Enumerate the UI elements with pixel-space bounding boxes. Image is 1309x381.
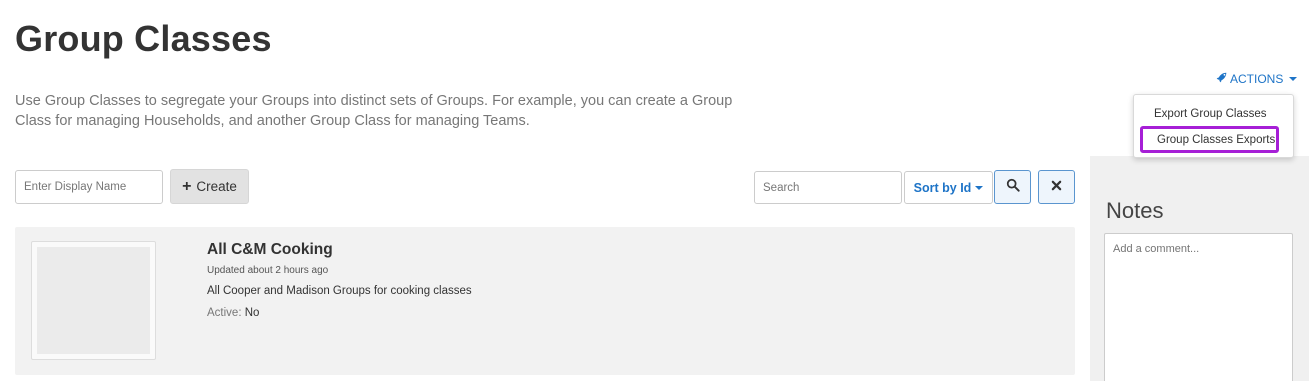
group-classes-exports-item[interactable]: Group Classes Exports bbox=[1140, 126, 1279, 153]
sort-label: Sort by Id bbox=[913, 180, 972, 195]
actions-dropdown: Export Group Classes Group Classes Expor… bbox=[1133, 94, 1294, 158]
create-button[interactable]: + Create bbox=[170, 169, 249, 204]
page-title: Group Classes bbox=[15, 18, 272, 59]
search-button[interactable] bbox=[994, 170, 1031, 204]
active-label: Active: bbox=[207, 307, 242, 319]
create-label: Create bbox=[196, 179, 237, 194]
close-icon bbox=[1051, 178, 1062, 196]
search-icon bbox=[1006, 178, 1020, 197]
active-value: No bbox=[244, 307, 260, 319]
updated-timestamp: Updated about 2 hours ago bbox=[207, 265, 329, 276]
rocket-icon bbox=[1216, 72, 1227, 86]
chevron-down-icon bbox=[975, 185, 984, 190]
export-group-classes-item[interactable]: Export Group Classes bbox=[1134, 108, 1293, 120]
search-input[interactable] bbox=[754, 171, 902, 204]
notes-panel: Notes bbox=[1090, 156, 1309, 381]
actions-menu-toggle[interactable]: ACTIONS bbox=[1216, 72, 1298, 86]
comment-input[interactable] bbox=[1104, 233, 1293, 381]
group-class-card[interactable]: All C&M Cooking Updated about 2 hours ag… bbox=[15, 227, 1075, 375]
group-class-description: All Cooper and Madison Groups for cookin… bbox=[207, 285, 472, 297]
plus-icon: + bbox=[182, 177, 192, 195]
actions-label: ACTIONS bbox=[1230, 72, 1284, 86]
group-class-title[interactable]: All C&M Cooking bbox=[207, 241, 333, 259]
notes-title: Notes bbox=[1106, 198, 1164, 223]
active-status: Active: No bbox=[207, 307, 259, 319]
group-class-thumbnail bbox=[31, 241, 156, 360]
page-description: Use Group Classes to segregate your Grou… bbox=[15, 93, 733, 129]
display-name-input[interactable] bbox=[15, 170, 163, 204]
clear-button[interactable] bbox=[1038, 170, 1075, 204]
chevron-down-icon bbox=[1289, 77, 1298, 81]
image-placeholder bbox=[37, 247, 150, 354]
sort-button[interactable]: Sort by Id bbox=[904, 171, 993, 204]
